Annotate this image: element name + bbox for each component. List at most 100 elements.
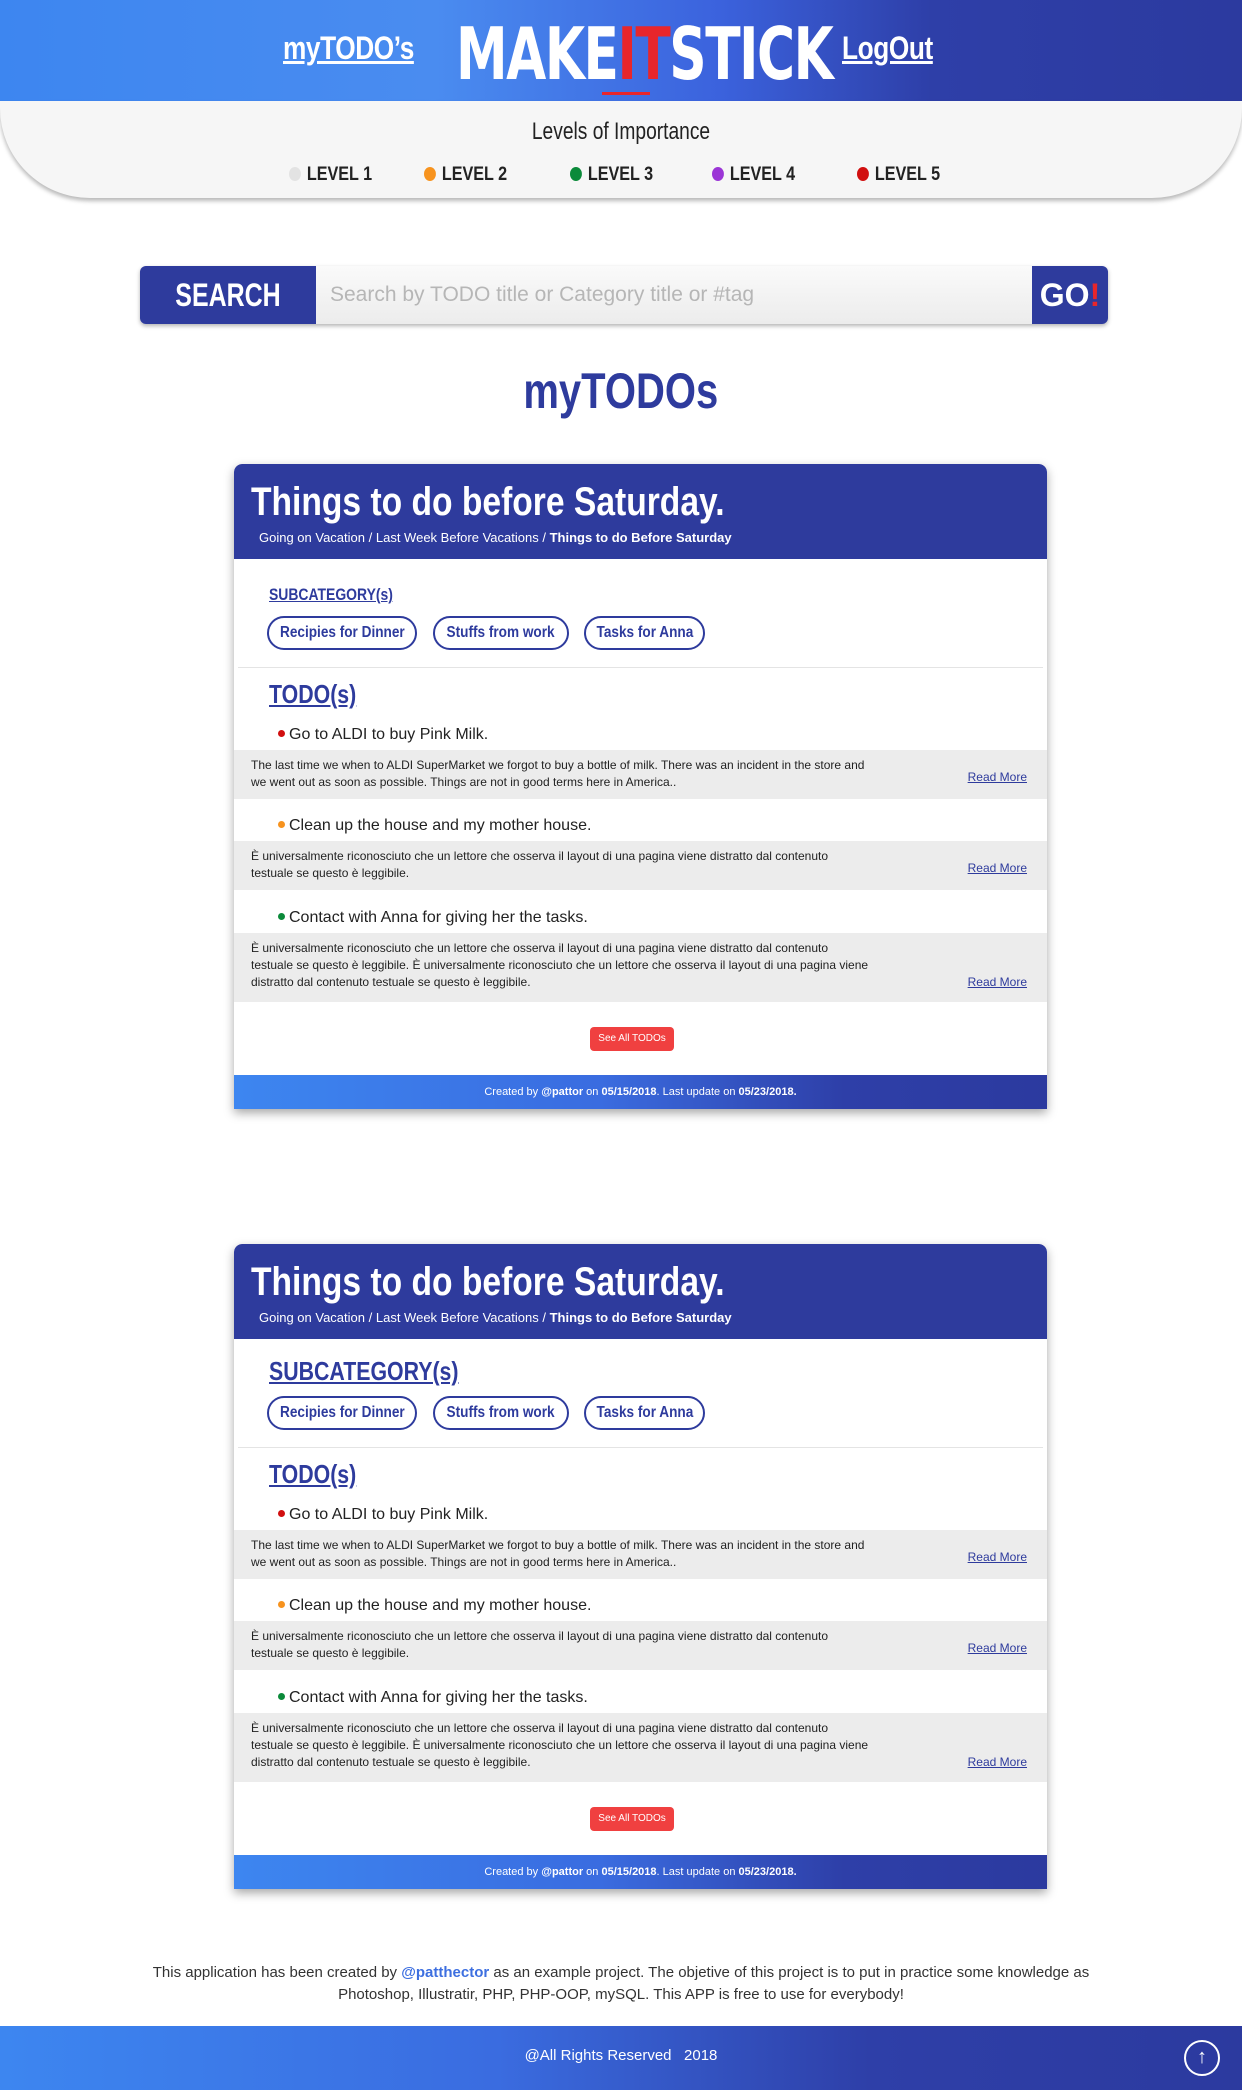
breadcrumb-item[interactable]: Last Week Before Vacations: [376, 530, 539, 545]
card-header: Things to do before Saturday. Going on V…: [234, 1244, 1047, 1339]
card-title: Things to do before Saturday.: [251, 1260, 725, 1304]
footer-created-by: Created by: [484, 1866, 539, 1878]
level-3-dot-icon: [570, 167, 582, 181]
breadcrumb-separator: /: [542, 1310, 546, 1325]
subcategory-list: Recipies for Dinner Stuffs from work Tas…: [234, 616, 1047, 650]
breadcrumb-item[interactable]: Going on Vacation: [259, 1310, 365, 1325]
level-5: LEVEL 5: [857, 164, 940, 186]
level-1-label: LEVEL 1: [306, 164, 373, 185]
footer-user[interactable]: @pattor: [541, 1866, 583, 1878]
subcategory-pill[interactable]: Recipies for Dinner: [267, 616, 417, 650]
subcategory-pill[interactable]: Recipies for Dinner: [267, 1396, 417, 1430]
app-logo[interactable]: MAKEITSTICK: [456, 12, 834, 96]
page-title: myTODOs: [523, 363, 719, 419]
author-link[interactable]: @patthector: [401, 1964, 489, 1981]
level-dot-icon: [278, 1693, 285, 1700]
go-label: GO: [1039, 277, 1090, 313]
footer-last-update: . Last update on: [656, 1866, 736, 1878]
see-all-todos-button[interactable]: See All TODOs: [590, 1027, 674, 1051]
todo-item-title[interactable]: Contact with Anna for giving her the tas…: [278, 1689, 588, 1707]
logo-underline: [602, 92, 650, 95]
level-5-dot-icon: [857, 167, 869, 181]
level-4-label: LEVEL 4: [729, 164, 796, 185]
read-more-link[interactable]: Read More: [968, 975, 1027, 989]
see-all-todos-button[interactable]: See All TODOs: [590, 1807, 674, 1831]
breadcrumb-current: Things to do Before Saturday: [549, 1310, 732, 1325]
breadcrumb: Going on Vacation / Last Week Before Vac…: [259, 530, 732, 545]
todo-item-title[interactable]: Go to ALDI to buy Pink Milk.: [278, 1506, 488, 1524]
subcategory-label[interactable]: SUBCATEGORY(s): [269, 1356, 459, 1387]
footer-user[interactable]: @pattor: [541, 1086, 583, 1098]
read-more-link[interactable]: Read More: [968, 1641, 1027, 1655]
todo-description-text: The last time we when to ALDI SuperMarke…: [251, 758, 865, 789]
logo-stick: STICK: [669, 12, 833, 96]
todo-item-title[interactable]: Contact with Anna for giving her the tas…: [278, 909, 588, 927]
copyright-text: @All Rights Reserved 2018: [524, 2047, 718, 2064]
level-1-dot-icon: [289, 167, 301, 181]
arrow-up-icon[interactable]: ↑: [1184, 2040, 1220, 2076]
read-more-link[interactable]: Read More: [968, 770, 1027, 784]
footer-on: on: [586, 1086, 599, 1098]
todo-item-title[interactable]: Go to ALDI to buy Pink Milk.: [278, 726, 488, 744]
level-2-label: LEVEL 2: [441, 164, 508, 185]
level-dot-icon: [278, 730, 285, 737]
footer-created-date: 05/15/2018: [601, 1866, 657, 1878]
logo-it: IT: [617, 12, 671, 96]
todo-item-title[interactable]: Clean up the house and my mother house.: [278, 817, 591, 835]
todos-label[interactable]: TODO(s): [269, 679, 356, 710]
breadcrumb-separator: /: [368, 1310, 373, 1325]
card-footer: Created by @pattor on 05/15/2018. Last u…: [234, 1855, 1047, 1889]
level-4: LEVEL 4: [712, 164, 795, 186]
go-bang: !: [1089, 277, 1101, 313]
subcategory-pill[interactable]: Stuffs from work: [433, 1396, 569, 1430]
level-dot-icon: [278, 1510, 285, 1517]
read-more-link[interactable]: Read More: [968, 1755, 1027, 1769]
todo-card: Things to do before Saturday. Going on V…: [234, 464, 1047, 1109]
divider: [238, 1447, 1043, 1448]
level-dot-icon: [278, 1601, 285, 1608]
todo-description-text: È universalmente riconosciuto che un let…: [251, 849, 829, 880]
search-label: SEARCH BY: [140, 266, 316, 324]
todo-item-description: È universalmente riconosciuto che un let…: [234, 1621, 1047, 1670]
search-bar: SEARCH BY GO!: [140, 266, 1108, 324]
divider: [238, 667, 1043, 668]
breadcrumb-item[interactable]: Last Week Before Vacations: [376, 1310, 539, 1325]
footer-updated-date: 05/23/2018.: [738, 1866, 797, 1878]
todos-label[interactable]: TODO(s): [269, 1459, 356, 1490]
level-5-label: LEVEL 5: [874, 164, 941, 185]
subcategory-pill[interactable]: Tasks for Anna: [584, 1396, 705, 1430]
todo-card: Things to do before Saturday. Going on V…: [234, 1244, 1047, 1889]
footer-updated-date: 05/23/2018.: [738, 1086, 797, 1098]
subcategory-pill[interactable]: Tasks for Anna: [584, 616, 705, 650]
todo-description-text: The last time we when to ALDI SuperMarke…: [251, 1538, 865, 1569]
nav-mytodos-link[interactable]: myTODO’s: [283, 30, 414, 67]
todo-item-description: È universalmente riconosciuto che un let…: [234, 1713, 1047, 1782]
levels-title: Levels of Importance: [531, 118, 711, 145]
breadcrumb-item[interactable]: Going on Vacation: [259, 530, 365, 545]
breadcrumb-separator: /: [542, 530, 546, 545]
search-input[interactable]: [316, 266, 1032, 324]
read-more-link[interactable]: Read More: [968, 861, 1027, 875]
footer-created-by: Created by: [484, 1086, 539, 1098]
logo-make: MAKE: [456, 12, 619, 96]
level-dot-icon: [278, 913, 285, 920]
breadcrumb: Going on Vacation / Last Week Before Vac…: [259, 1310, 732, 1325]
level-3: LEVEL 3: [570, 164, 653, 186]
footer-on: on: [586, 1866, 599, 1878]
level-2: LEVEL 2: [424, 164, 507, 186]
level-4-dot-icon: [712, 167, 724, 181]
level-3-label: LEVEL 3: [587, 164, 654, 185]
subcategory-label[interactable]: SUBCATEGORY(s): [269, 585, 393, 605]
todo-item-title[interactable]: Clean up the house and my mother house.: [278, 1597, 591, 1615]
todo-item-description: È universalmente riconosciuto che un let…: [234, 933, 1047, 1002]
search-go-button[interactable]: GO!: [1032, 266, 1108, 324]
footer-created-date: 05/15/2018: [601, 1086, 657, 1098]
card-footer: Created by @pattor on 05/15/2018. Last u…: [234, 1075, 1047, 1109]
about-text: This application has been created by @pa…: [152, 1964, 1090, 2003]
read-more-link[interactable]: Read More: [968, 1550, 1027, 1564]
todo-item-description: È universalmente riconosciuto che un let…: [234, 841, 1047, 890]
level-1: LEVEL 1: [289, 164, 372, 186]
subcategory-pill[interactable]: Stuffs from work: [433, 616, 569, 650]
logout-link[interactable]: LogOut: [842, 30, 933, 67]
todo-description-text: È universalmente riconosciuto che un let…: [251, 1721, 869, 1769]
